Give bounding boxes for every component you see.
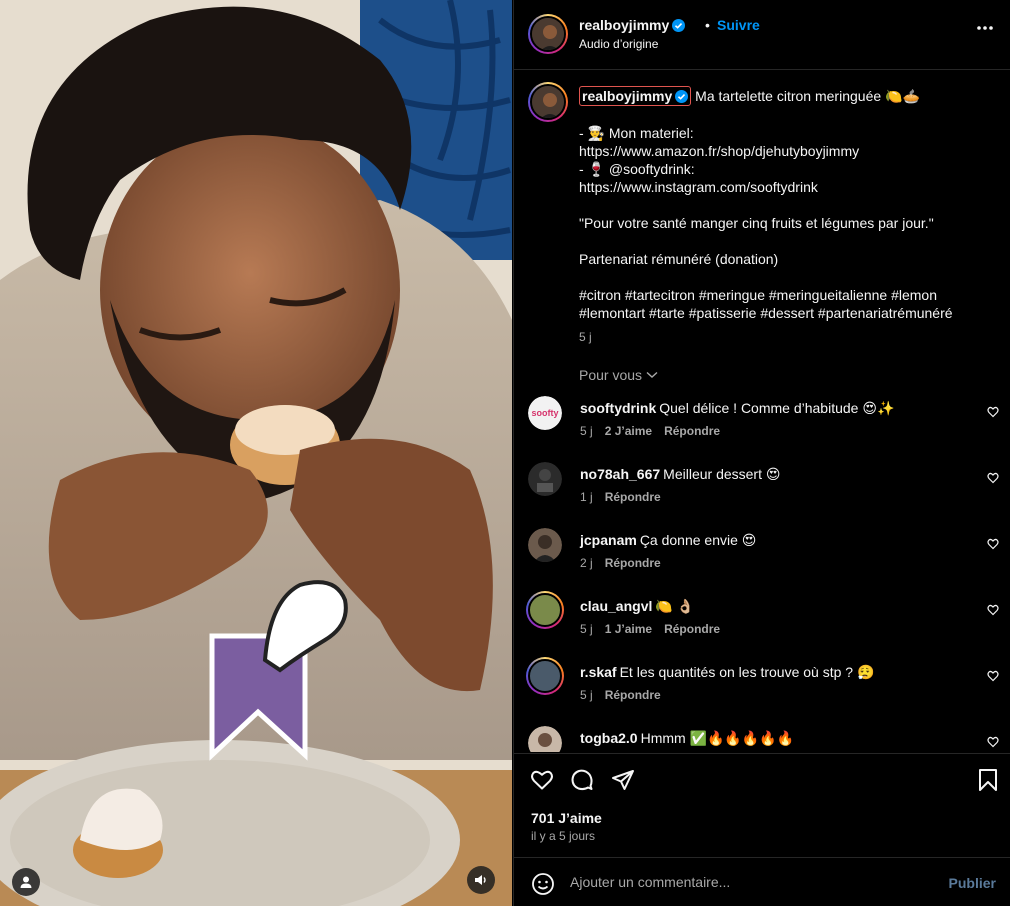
caption-link-amazon[interactable]: https://www.amazon.fr/shop/djehutyboyjim… — [579, 142, 994, 160]
commenter-username[interactable]: togba2.0 — [580, 730, 638, 746]
heart-icon[interactable] — [987, 670, 999, 682]
comment-item: jcpanam Ça donne envie 😍 2 j Répondre — [528, 524, 999, 584]
speaker-icon — [475, 875, 486, 885]
comment-item: togba2.0 Hmmm ✅🔥🔥🔥🔥🔥 — [528, 722, 999, 752]
caption-avatar-image — [532, 86, 564, 118]
reply-button[interactable]: Répondre — [605, 688, 661, 702]
heart-icon[interactable] — [987, 736, 999, 748]
post-panel: realboyjimmy • Suivre Audio d’origine re… — [513, 0, 1010, 906]
caption-link-instagram[interactable]: https://www.instagram.com/sooftydrink — [579, 178, 994, 196]
commenter-username[interactable]: sooftydrink — [580, 400, 656, 416]
reel-video[interactable] — [0, 0, 512, 906]
comment-time: 5 j — [580, 688, 593, 702]
avatar-image — [528, 462, 562, 496]
verified-badge-icon — [672, 19, 686, 32]
caption-line: "Pour votre santé manger cinq fruits et … — [579, 215, 934, 231]
audio-source-link[interactable]: Audio d’origine — [579, 37, 658, 51]
audio-toggle-button[interactable] — [467, 866, 495, 894]
avatar-image — [528, 528, 562, 562]
post-header: realboyjimmy • Suivre Audio d’origine — [514, 0, 1010, 70]
commenter-avatar[interactable]: soofty — [528, 396, 562, 430]
reply-button[interactable]: Répondre — [605, 556, 661, 570]
comment-item: no78ah_667 Meilleur dessert 😍 1 j Répondre — [528, 458, 999, 518]
commenter-username[interactable]: clau_angvl — [580, 598, 652, 614]
caption-hashtags[interactable]: #lemontart #tarte #patisserie #dessert #… — [579, 304, 994, 322]
commenter-username[interactable]: jcpanam — [580, 532, 637, 548]
avatar-image — [528, 726, 562, 752]
comment-likes[interactable]: 1 J’aime — [605, 622, 652, 636]
commenter-avatar[interactable] — [528, 462, 562, 496]
header-separator: • — [705, 17, 710, 33]
comment-item: r.skaf Et les quantités on les trouve où … — [526, 656, 999, 716]
caption-username-text[interactable]: realboyjimmy — [582, 88, 672, 104]
comment-text: Hmmm ✅🔥🔥🔥🔥🔥 — [640, 730, 795, 746]
comment-text: Quel délice ! Comme d’habitude 😍✨ — [659, 400, 895, 416]
comment-item: clau_angvl 🍋 👌🏼 5 j 1 J’aime Répondre — [526, 590, 999, 650]
heart-icon[interactable] — [987, 472, 999, 484]
verified-badge-icon — [675, 90, 689, 103]
comment-filter-dropdown[interactable]: Pour vous — [579, 366, 658, 383]
publish-button[interactable]: Publier — [949, 875, 996, 891]
caption-author-avatar[interactable] — [528, 82, 568, 122]
share-icon[interactable] — [611, 768, 635, 792]
commenter-avatar[interactable] — [528, 528, 562, 562]
caption-line: Partenariat rémunéré (donation) — [579, 251, 779, 267]
caption-line[interactable]: - 🍷 @sooftydrink: — [579, 160, 994, 178]
comment-time: 2 j — [580, 556, 593, 570]
commenter-avatar[interactable] — [526, 657, 564, 695]
author-avatar[interactable] — [528, 14, 568, 54]
comment-text: Et les quantités on les trouve où stp ? … — [619, 664, 875, 680]
follow-button[interactable]: Suivre — [717, 17, 760, 33]
commenter-avatar[interactable] — [528, 726, 562, 752]
sooftydrink-avatar-image: soofty — [528, 396, 562, 430]
comment-text: Ça donne envie 😍 — [639, 532, 757, 548]
caption-title: Ma tartelette citron meringuée 🍋🥧 — [695, 88, 920, 104]
caption-hashtags[interactable]: #citron #tartecitron #meringue #meringue… — [579, 286, 994, 304]
caption-line: - 👨‍🍳 Mon materiel: — [579, 125, 694, 141]
user-icon — [20, 876, 32, 888]
commenter-avatar[interactable] — [526, 591, 564, 629]
comment-text: 🍋 👌🏼 — [655, 598, 695, 614]
author-username-text[interactable]: realboyjimmy — [579, 17, 669, 33]
comment-time: 5 j — [580, 622, 593, 636]
comment-text: Meilleur dessert 😍 — [663, 466, 781, 482]
comment-icon[interactable] — [570, 768, 594, 792]
comment-item: soofty sooftydrink Quel délice ! Comme d’… — [528, 392, 999, 452]
add-comment-bar: Publier — [514, 857, 1010, 906]
comment-filter-label: Pour vous — [579, 367, 643, 383]
emoji-icon[interactable] — [531, 872, 555, 896]
likes-count[interactable]: 701 J’aime — [531, 810, 602, 826]
reply-button[interactable]: Répondre — [605, 490, 661, 504]
caption-time: 5 j — [579, 330, 592, 344]
comment-input[interactable] — [570, 871, 930, 893]
comment-time: 1 j — [580, 490, 593, 504]
post-date: il y a 5 jours — [531, 829, 596, 843]
bookmark-icon[interactable] — [978, 768, 998, 792]
video-frame — [0, 0, 512, 906]
tagged-user-button[interactable] — [12, 868, 40, 896]
heart-icon[interactable] — [987, 406, 999, 418]
reply-button[interactable]: Répondre — [664, 424, 720, 438]
heart-icon[interactable] — [987, 604, 999, 616]
commenter-username[interactable]: r.skaf — [580, 664, 617, 680]
chevron-down-icon — [646, 371, 658, 378]
heart-icon[interactable] — [987, 538, 999, 550]
author-avatar-image — [532, 18, 564, 50]
comments-list[interactable]: soofty sooftydrink Quel délice ! Comme d’… — [514, 390, 1010, 752]
svg-text:soofty: soofty — [532, 408, 559, 418]
comment-likes[interactable]: 2 J’aime — [605, 424, 652, 438]
reply-button[interactable]: Répondre — [664, 622, 720, 636]
comment-time: 5 j — [580, 424, 593, 438]
commenter-username[interactable]: no78ah_667 — [580, 466, 660, 482]
author-username[interactable]: realboyjimmy — [579, 17, 686, 33]
like-heart-icon[interactable] — [530, 768, 554, 792]
caption-username[interactable]: realboyjimmy — [579, 86, 692, 106]
more-icon[interactable] — [976, 25, 994, 31]
post-actions: 701 J’aime il y a 5 jours — [514, 753, 1010, 857]
